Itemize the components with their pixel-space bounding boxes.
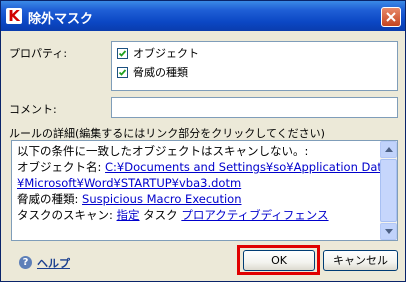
rules-line-intro: 以下の条件に一致したオブジェクトはスキャンしない。: — [17, 144, 309, 158]
scroll-down-button[interactable] — [380, 223, 397, 240]
threat-type-checkbox[interactable] — [117, 66, 128, 78]
rules-scrollbar[interactable] — [380, 141, 397, 240]
help-link[interactable]: ヘルプ — [37, 255, 70, 271]
scroll-thumb[interactable] — [380, 159, 397, 222]
rules-label: ルールの詳細(編集するにはリンク部分をクリックしてください) — [9, 127, 325, 140]
arrow-down-icon — [385, 229, 393, 234]
object-path-link-cont[interactable]: ¥Microsoft¥Word¥STARTUP¥vba3.dotm — [17, 176, 241, 190]
object-path-link[interactable]: C:¥Documents and Settings¥so¥Application… — [105, 160, 389, 174]
comment-input[interactable] — [111, 97, 398, 118]
comment-label: コメント: — [9, 103, 57, 116]
properties-list: オブジェクト 脅威の種類 — [111, 41, 398, 91]
scroll-up-button[interactable] — [380, 141, 397, 158]
threat-type-checkbox-label: 脅威の種類 — [133, 66, 188, 79]
task-value-link[interactable]: プロアクティブディフェンス — [181, 208, 328, 222]
properties-label: プロパティ: — [9, 47, 68, 60]
checkmark-icon — [118, 68, 127, 76]
threat-prefix: 脅威の種類: — [17, 192, 83, 206]
threat-type-link[interactable]: Suspicious Macro Execution — [82, 192, 241, 206]
task-prefix: タスクのスキャン: — [17, 208, 117, 222]
rules-description: 以下の条件に一致したオブジェクトはスキャンしない。: オブジェクト名: C:¥D… — [11, 140, 398, 241]
title-bar: K 除外マスク — [1, 1, 405, 31]
dialog-window: K 除外マスク プロパティ: オブジェクト 脅威の種類 コメント: ルールの詳細… — [0, 0, 406, 282]
ok-button[interactable]: OK — [243, 250, 315, 271]
object-checkbox-label: オブジェクト — [133, 47, 199, 60]
checkmark-icon — [118, 49, 127, 57]
rules-line-task: タスクのスキャン: 指定 タスク プロアクティブディフェンス — [17, 207, 377, 223]
help-icon[interactable]: ? — [19, 256, 32, 269]
window-title: 除外マスク — [28, 12, 94, 27]
app-icon-letter: K — [8, 7, 20, 25]
rules-line-threat: 脅威の種類: Suspicious Macro Execution — [17, 191, 377, 207]
object-checkbox[interactable] — [117, 47, 128, 59]
property-item-threat-type[interactable]: 脅威の種類 — [117, 65, 188, 79]
task-mid: タスク — [139, 208, 182, 222]
property-item-object[interactable]: オブジェクト — [117, 46, 199, 60]
arrow-up-icon — [385, 147, 393, 152]
cancel-button[interactable]: キャンセル — [323, 250, 398, 271]
task-specify-link[interactable]: 指定 — [117, 208, 140, 222]
rules-line-object-cont: ¥Microsoft¥Word¥STARTUP¥vba3.dotm — [17, 175, 377, 191]
rules-line-object: オブジェクト名: C:¥Documents and Settings¥so¥Ap… — [17, 159, 389, 175]
close-icon — [386, 12, 396, 22]
object-prefix: オブジェクト名: — [17, 160, 106, 174]
close-button[interactable] — [381, 7, 401, 27]
kaspersky-icon: K — [6, 7, 22, 25]
